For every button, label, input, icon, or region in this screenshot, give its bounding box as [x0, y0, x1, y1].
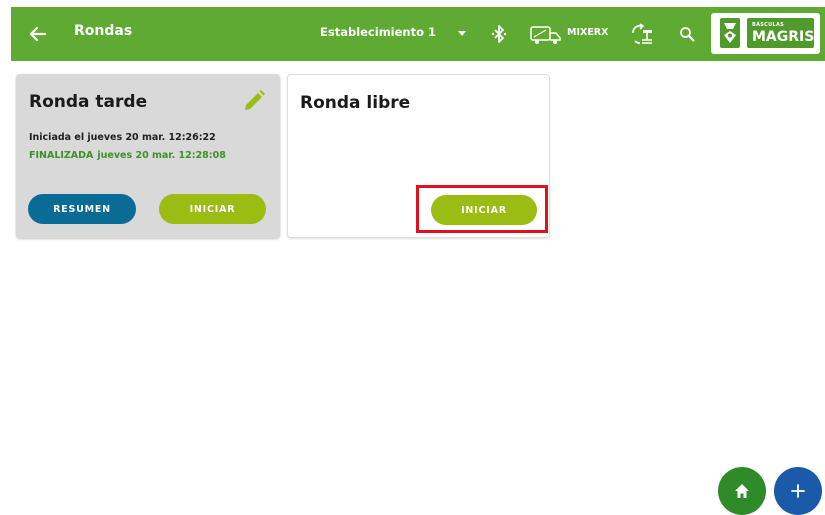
magris-wordmark: BÁSCULAS MAGRIS: [747, 18, 814, 48]
started-text: Iniciada el jueves 20 mar. 12:26:22: [29, 132, 216, 143]
finished-status: FINALIZADA jueves 20 mar. 12:28:08: [29, 150, 226, 161]
back-arrow-icon[interactable]: [28, 24, 48, 44]
add-round-button[interactable]: [774, 467, 822, 515]
mixer-truck-icon[interactable]: [530, 25, 562, 45]
edit-pencil-icon[interactable]: [241, 88, 267, 114]
card-title: Ronda libre: [300, 93, 411, 113]
mixer-label[interactable]: MIXERX: [567, 27, 608, 38]
round-card-tarde[interactable]: Ronda tarde Iniciada el jueves 20 mar. 1…: [16, 74, 280, 238]
home-button[interactable]: [718, 467, 766, 515]
establishment-selector[interactable]: Establecimiento 1: [320, 25, 436, 39]
start-button[interactable]: INICIAR: [159, 194, 266, 224]
summary-button[interactable]: RESUMEN: [28, 194, 136, 224]
finished-date: jueves 20 mar. 12:28:08: [97, 150, 226, 161]
page-title: Rondas: [74, 23, 133, 39]
sync-scale-icon[interactable]: [630, 23, 654, 45]
magris-logo: BÁSCULAS MAGRIS: [711, 13, 820, 54]
search-icon[interactable]: [679, 26, 695, 42]
status-label: FINALIZADA: [29, 150, 94, 161]
card-title: Ronda tarde: [29, 92, 148, 112]
dropdown-caret-icon[interactable]: [458, 31, 466, 36]
plus-icon: [791, 484, 805, 498]
top-app-bar: Rondas Establecimiento 1 MIXERX BÁSCULAS…: [11, 7, 825, 61]
bluetooth-icon[interactable]: [491, 24, 507, 44]
highlight-box: [416, 185, 548, 233]
magris-mark: [720, 18, 740, 48]
home-icon: [735, 484, 749, 498]
